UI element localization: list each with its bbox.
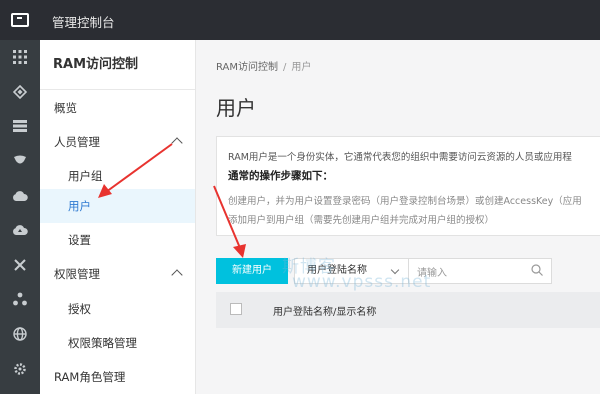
sidebar-item-label: RAM角色管理 bbox=[54, 370, 126, 384]
sidebar-item-users[interactable]: 用户 bbox=[40, 189, 195, 223]
sidebar-item-settings[interactable]: 设置 bbox=[40, 223, 195, 257]
breadcrumb-separator: / bbox=[283, 62, 287, 73]
info-steps-heading: 通常的操作步骤如下： bbox=[228, 170, 333, 182]
main-content: RAM访问控制 / 用户 用户 RAM用户是一个身份实体，它通常代表您的组织中需要访… bbox=[196, 40, 600, 394]
column-header-login-name[interactable]: 用户登陆名称/显示名称 bbox=[273, 303, 376, 318]
sidebar-item-label: 权限策略管理 bbox=[68, 336, 137, 350]
console-title[interactable]: 管理控制台 bbox=[52, 12, 115, 31]
gear-icon[interactable] bbox=[0, 351, 40, 386]
watermark-url: www.vpsss.net bbox=[292, 272, 432, 292]
chevron-up-icon[interactable] bbox=[171, 137, 183, 149]
aliyun-logo-icon[interactable] bbox=[0, 0, 40, 40]
network-icon[interactable] bbox=[0, 248, 40, 283]
info-step-1: 创建用户，并为用户设置登录密码（用户登录控制台场景）或创建AccessKey（应… bbox=[228, 196, 582, 207]
sidebar-item-permission-management[interactable]: 权限管理 bbox=[40, 257, 195, 291]
sidebar-item-user-groups[interactable]: 用户组 bbox=[40, 159, 195, 193]
sidebar-item-label: 用户 bbox=[68, 199, 91, 213]
info-step-2: 添加用户到用户组（需要先创建用户组并完成对用户组的授权） bbox=[228, 215, 495, 226]
sidebar-title: RAM访问控制 bbox=[40, 40, 195, 90]
search-icon[interactable] bbox=[531, 264, 543, 276]
chevron-up-icon[interactable] bbox=[171, 269, 183, 281]
server-icon[interactable] bbox=[0, 109, 40, 144]
select-all-checkbox[interactable] bbox=[230, 303, 242, 315]
shield-icon[interactable] bbox=[0, 144, 40, 179]
sidebar-item-label: 权限管理 bbox=[54, 267, 100, 281]
share-icon[interactable] bbox=[0, 282, 40, 317]
sidebar-item-label: 设置 bbox=[68, 233, 91, 247]
breadcrumb-root[interactable]: RAM访问控制 bbox=[216, 62, 278, 73]
sidebar-item-label: 概览 bbox=[54, 101, 77, 115]
sidebar-item-overview[interactable]: 概览 bbox=[40, 91, 195, 125]
sidebar-nav: RAM访问控制 概览 人员管理 用户组 用户 设置 权限管理 授权 权限策略管理… bbox=[40, 40, 196, 394]
layers-icon[interactable] bbox=[0, 75, 40, 110]
apps-grid-icon[interactable] bbox=[0, 40, 40, 75]
sidebar-item-label: 授权 bbox=[68, 302, 91, 316]
breadcrumb-current: 用户 bbox=[291, 62, 312, 73]
cloud-icon[interactable] bbox=[0, 178, 40, 213]
sidebar-item-label: 用户组 bbox=[68, 169, 103, 183]
page-title: 用户 bbox=[216, 96, 256, 120]
top-bar: 管理控制台 bbox=[0, 0, 600, 40]
info-description: RAM用户是一个身份实体，它通常代表您的组织中需要访问云资源的人员或应用程 bbox=[228, 152, 572, 163]
sidebar-item-ram-role-management[interactable]: RAM角色管理 bbox=[40, 360, 195, 394]
icon-sidebar bbox=[0, 40, 40, 394]
new-user-button[interactable]: 新建用户 bbox=[216, 258, 288, 284]
globe-icon[interactable] bbox=[0, 317, 40, 352]
sidebar-item-people-management[interactable]: 人员管理 bbox=[40, 125, 195, 159]
sidebar-item-authorization[interactable]: 授权 bbox=[40, 292, 195, 326]
cloud-upload-icon[interactable] bbox=[0, 213, 40, 248]
info-panel: RAM用户是一个身份实体，它通常代表您的组织中需要访问云资源的人员或应用程 通常… bbox=[216, 136, 600, 236]
breadcrumb: RAM访问控制 / 用户 bbox=[216, 58, 311, 73]
table-header: 用户登陆名称/显示名称 bbox=[216, 292, 600, 328]
sidebar-item-label: 人员管理 bbox=[54, 135, 100, 149]
sidebar-item-policy-management[interactable]: 权限策略管理 bbox=[40, 326, 195, 360]
